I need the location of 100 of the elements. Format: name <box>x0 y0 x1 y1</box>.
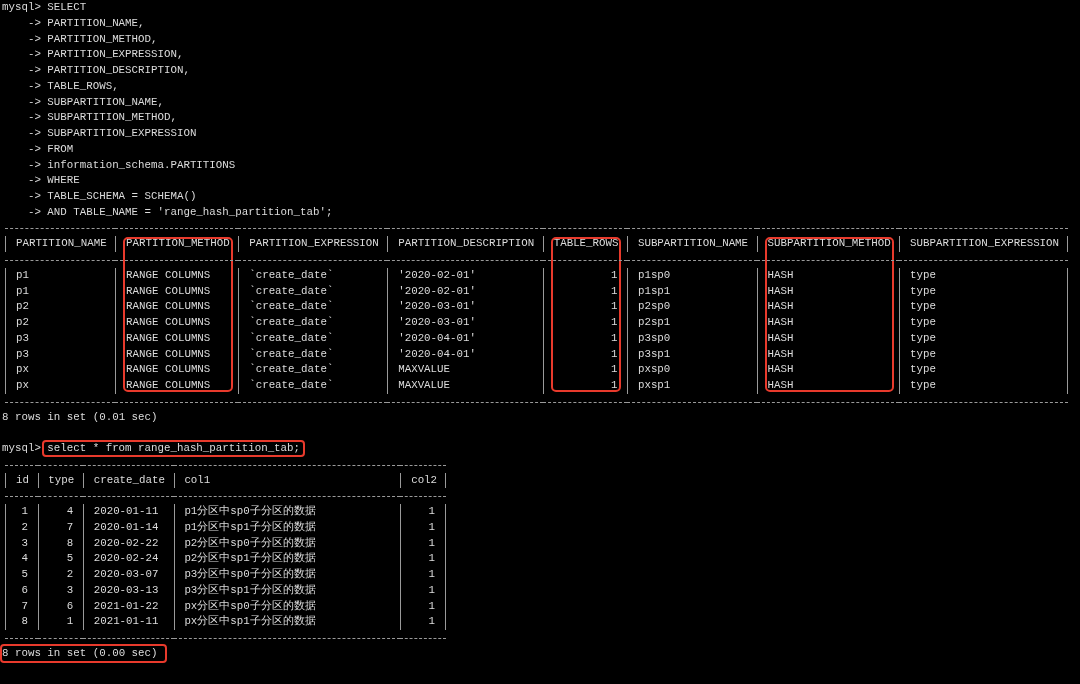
prompt: -> <box>26 126 41 141</box>
table-cell: 6 <box>21 583 28 596</box>
table-cell: HASH <box>767 331 794 344</box>
table-cell: 1 <box>428 599 436 612</box>
table-cell: `create_date` <box>249 316 334 328</box>
table-cell: 8 <box>21 615 28 628</box>
prompt: -> <box>26 78 41 94</box>
table-cell: MAXVALUE <box>398 379 451 391</box>
table-cell: type <box>910 300 936 313</box>
table-cell: '2020-04-01' <box>398 331 476 344</box>
table-cell: p2 <box>15 300 29 313</box>
table-cell: 1 <box>611 284 618 297</box>
table-cell: RANGE COLUMNS <box>126 331 211 344</box>
prompt: -> <box>26 141 41 157</box>
table-cell: HASH <box>767 379 794 391</box>
table-cell: HASH <box>767 300 794 313</box>
table-cell: p1sp0 <box>637 268 671 281</box>
table-cell: RANGE COLUMNS <box>126 347 211 360</box>
prompt: -> <box>26 110 41 126</box>
table-cell: HASH <box>767 347 794 360</box>
column-header: PARTITION_EXPRESSION <box>249 237 379 250</box>
table-cell: 1 <box>21 505 28 517</box>
table-cell: 2 <box>66 568 74 580</box>
table-cell: `create_date` <box>249 284 334 297</box>
table-cell: type <box>910 268 936 281</box>
prompt: -> <box>26 63 41 78</box>
prompt: mysql> <box>2 441 41 456</box>
sql-text: AND TABLE_NAME = 'range_hash_partition_tab'; <box>47 204 333 220</box>
table-cell: 2020-03-07 <box>93 568 159 580</box>
table-cell: p1 <box>15 268 29 281</box>
table-cell: 2021-01-11 <box>93 615 159 628</box>
table-cell: `create_date` <box>249 300 334 313</box>
table-cell: RANGE COLUMNS <box>126 284 211 297</box>
table-cell: type <box>910 379 936 391</box>
prompt: -> <box>26 189 41 204</box>
table-cell: `create_date` <box>249 347 334 360</box>
table-cell: `create_date` <box>249 379 334 391</box>
table-cell: HASH <box>767 284 794 297</box>
sql-text: WHERE <box>47 173 80 189</box>
sql-text: SUBPARTITION_EXPRESSION <box>47 126 197 141</box>
sql-text: FROM <box>47 141 74 157</box>
table-cell: 3 <box>66 583 74 596</box>
table-cell: p1 <box>15 284 29 297</box>
table-cell: px分区中sp0子分区的数据 <box>184 599 316 612</box>
table-cell: p3sp0 <box>637 331 671 344</box>
sql-text: TABLE_ROWS, <box>47 78 119 94</box>
prompt: -> <box>26 157 41 173</box>
table-cell: 5 <box>21 568 28 580</box>
table-cell: 1 <box>611 300 618 313</box>
sql-text: PARTITION_DESCRIPTION, <box>47 63 190 78</box>
table-cell: 2020-01-14 <box>93 520 159 533</box>
table-cell: RANGE COLUMNS <box>126 379 211 391</box>
table-cell: type <box>910 347 936 360</box>
table-cell: 2020-02-24 <box>93 552 159 565</box>
table-cell: p1分区中sp1子分区的数据 <box>184 520 316 533</box>
prompt: -> <box>26 204 41 220</box>
table-cell: 3 <box>21 536 28 549</box>
table-cell: 8 <box>66 536 74 549</box>
table-cell: `create_date` <box>249 268 334 281</box>
table-cell: type <box>910 363 936 376</box>
table-cell: p1分区中sp0子分区的数据 <box>184 505 316 517</box>
table-cell: type <box>910 284 936 297</box>
column-header: SUBPARTITION_EXPRESSION <box>910 237 1060 250</box>
table-cell: type <box>910 331 936 344</box>
table-cell: 2 <box>21 520 28 533</box>
column-header: id <box>15 473 29 486</box>
table-cell: pxsp1 <box>637 379 671 391</box>
table-cell: 4 <box>21 552 28 565</box>
table-cell: 1 <box>428 568 436 580</box>
table-cell: 1 <box>611 268 618 281</box>
table-cell: type <box>910 316 936 328</box>
table-cell: px分区中sp1子分区的数据 <box>184 615 316 628</box>
sql-command: select * from range_hash_partition_tab; <box>42 440 306 458</box>
table-cell: 1 <box>611 379 618 391</box>
sql-text: PARTITION_NAME, <box>47 15 145 31</box>
table-cell: '2020-03-01' <box>398 300 476 313</box>
table-cell: 1 <box>611 316 618 328</box>
table-cell: RANGE COLUMNS <box>126 363 211 376</box>
table-cell: '2020-02-01' <box>398 268 476 281</box>
table-cell: `create_date` <box>249 331 334 344</box>
table-cell: 2021-01-22 <box>93 599 159 612</box>
table-cell: HASH <box>767 316 794 328</box>
column-header: TABLE_ROWS <box>553 237 619 250</box>
table-cell: 1 <box>428 536 436 549</box>
prompt: -> <box>26 173 41 189</box>
column-header: type <box>48 473 75 486</box>
table-cell: p1sp1 <box>637 284 671 297</box>
table-cell: 1 <box>428 552 436 565</box>
table-cell: 4 <box>66 505 74 517</box>
column-header: create_date <box>93 473 165 486</box>
table-cell: p3 <box>15 347 29 360</box>
table-cell: `create_date` <box>249 363 334 376</box>
sql-text: SUBPARTITION_METHOD, <box>47 110 177 126</box>
result-status: 8 rows in set (0.00 sec) <box>0 644 167 664</box>
result-status: 8 rows in set (0.01 sec) <box>2 409 158 425</box>
sql-text: PARTITION_EXPRESSION, <box>47 47 184 63</box>
table-cell: 1 <box>611 331 618 344</box>
table-cell: HASH <box>767 268 794 281</box>
table-cell: px <box>15 363 29 376</box>
table-cell: 2020-03-13 <box>93 583 159 596</box>
